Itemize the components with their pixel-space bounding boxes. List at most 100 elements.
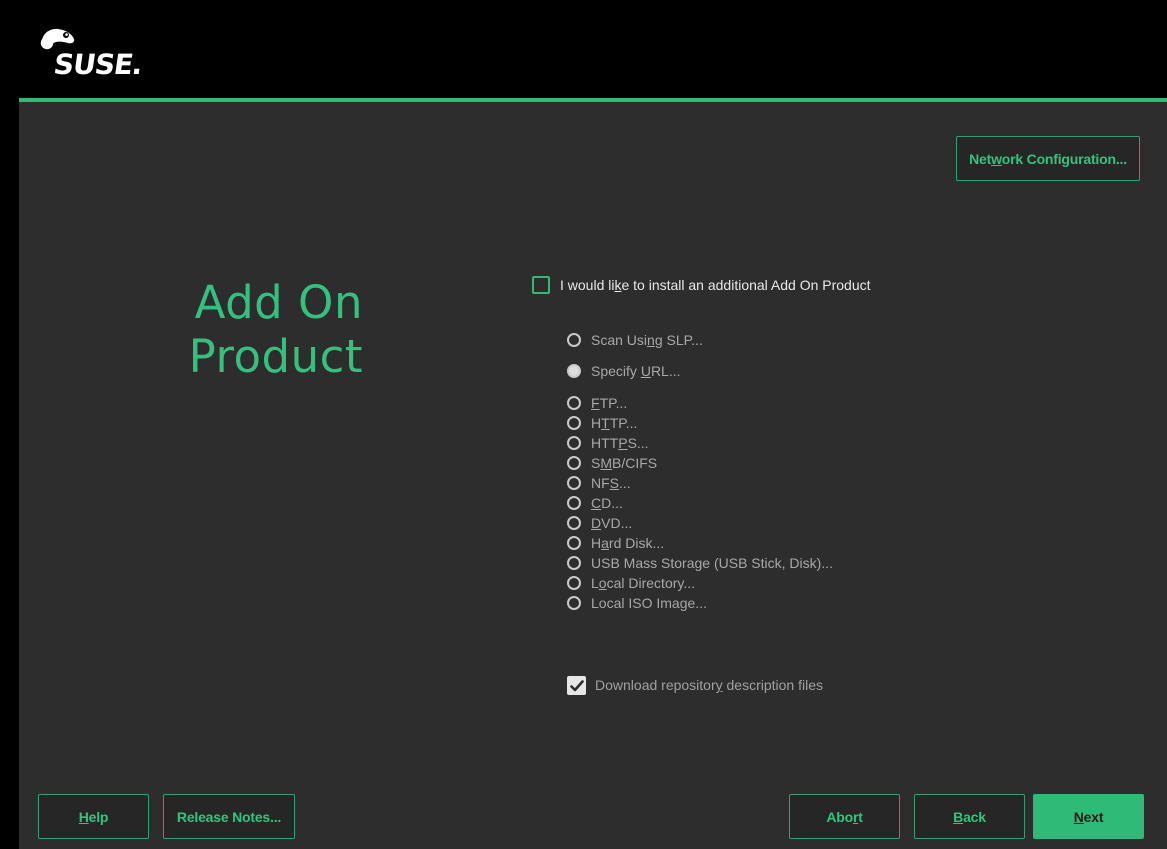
- source-radio-option[interactable]: FTP...: [567, 393, 627, 413]
- label-text: Release Notes...: [176, 808, 282, 825]
- radio-label: SMB/CIFS: [591, 455, 657, 471]
- radio-button-icon[interactable]: [567, 436, 581, 450]
- radio-label: CD...: [591, 495, 623, 511]
- radio-label: DVD...: [591, 515, 632, 531]
- radio-button-icon[interactable]: [567, 476, 581, 490]
- label-text: ack: [963, 808, 986, 825]
- label-text: rd Disk...: [608, 535, 665, 551]
- radio-button-icon[interactable]: [567, 516, 581, 530]
- radio-button-icon[interactable]: [567, 536, 581, 550]
- radio-label: Local Directory...: [591, 575, 695, 591]
- mnemonic-key: B: [953, 808, 964, 825]
- radio-label: HTTPS...: [591, 435, 649, 451]
- mnemonic-key: T: [601, 415, 610, 431]
- label-text: ext: [1083, 808, 1104, 825]
- label-text: elp: [88, 808, 109, 825]
- label-text: Download repositor: [595, 677, 716, 693]
- label-text: D...: [601, 495, 623, 511]
- label-text: ...: [619, 475, 631, 491]
- radio-button-icon[interactable]: [567, 396, 581, 410]
- label-text: Scan Usi: [591, 332, 648, 348]
- label-text: S: [591, 455, 601, 471]
- mnemonic-key: M: [600, 455, 613, 471]
- label-text: g SLP...: [654, 332, 703, 348]
- page-title-line2: Product: [188, 330, 363, 383]
- label-text: t: [858, 808, 863, 825]
- radio-label: Local ISO Image...: [591, 595, 707, 611]
- label-text: HTT: [591, 435, 619, 451]
- source-radio-option[interactable]: SMB/CIFS: [567, 453, 657, 473]
- help-button[interactable]: Help: [38, 794, 149, 839]
- label-text: S...: [627, 435, 649, 451]
- label-text: e to install an additional Add On Produc…: [621, 277, 871, 293]
- label-text: description files: [722, 677, 824, 693]
- source-radio-option[interactable]: USB Mass Storage (USB Stick, Disk)...: [567, 553, 833, 573]
- mnemonic-key: y: [715, 677, 723, 693]
- radio-button-icon[interactable]: [567, 456, 581, 470]
- radio-label: USB Mass Storage (USB Stick, Disk)...: [591, 555, 833, 571]
- release-notes-button[interactable]: Release Notes...: [163, 794, 295, 839]
- download-description-label[interactable]: Download repository description files: [595, 677, 823, 693]
- label-text: H: [591, 415, 602, 431]
- mnemonic-key: N: [1073, 808, 1084, 825]
- label-text: B/CIFS: [612, 455, 658, 471]
- mnemonic-key: w: [991, 150, 1002, 167]
- label-text: Net: [969, 150, 992, 167]
- page-title: Add On Product: [189, 276, 363, 384]
- source-radio-option[interactable]: HTTPS...: [567, 433, 649, 453]
- mnemonic-key: C: [591, 495, 602, 511]
- label-text: Specify: [591, 363, 641, 379]
- back-button[interactable]: Back: [914, 794, 1025, 839]
- source-radio-option[interactable]: Local ISO Image...: [567, 593, 707, 613]
- radio-button-icon[interactable]: [567, 496, 581, 510]
- mnemonic-key: n: [647, 332, 655, 348]
- addon-product-checkbox-label[interactable]: I would like to install an additional Ad…: [560, 277, 871, 293]
- logo-wordmark: SUSE.: [51, 48, 145, 81]
- radio-button-icon[interactable]: [567, 333, 581, 347]
- mnemonic-key: F: [591, 395, 600, 411]
- label-text: ork Configuration...: [1001, 150, 1127, 167]
- radio-button-icon[interactable]: [567, 576, 581, 590]
- label-text: TP...: [599, 395, 628, 411]
- radio-label: FTP...: [591, 395, 627, 411]
- label-text: Local ISO Ima: [591, 595, 680, 611]
- source-radio-option[interactable]: Hard Disk...: [567, 533, 664, 553]
- radio-button-icon[interactable]: [567, 596, 581, 610]
- download-description-checkbox[interactable]: [567, 676, 586, 695]
- source-radio-option[interactable]: NFS...: [567, 473, 631, 493]
- network-configuration-button[interactable]: Net w ork Configuration...: [956, 136, 1140, 181]
- radio-button-icon[interactable]: [567, 416, 581, 430]
- checkmark-icon: [569, 679, 584, 691]
- mnemonic-key: P: [618, 435, 628, 451]
- label-text: Abo: [826, 808, 853, 825]
- radio-button-icon[interactable]: [567, 364, 581, 378]
- radio-label: Specify URL...: [591, 363, 681, 379]
- source-radio-option[interactable]: Specify URL...: [567, 361, 681, 381]
- mnemonic-key: H: [78, 808, 89, 825]
- source-radio-option[interactable]: DVD...: [567, 513, 632, 533]
- label-text: NF: [591, 475, 610, 491]
- header-bar: SUSE.: [0, 0, 1167, 98]
- source-radio-option[interactable]: CD...: [567, 493, 623, 513]
- mnemonic-key: D: [591, 515, 602, 531]
- label-text: e...: [687, 595, 707, 611]
- radio-button-icon[interactable]: [567, 556, 581, 570]
- suse-logo: SUSE.: [38, 26, 148, 82]
- next-button[interactable]: Next: [1033, 794, 1144, 839]
- radio-label: Hard Disk...: [591, 535, 664, 551]
- mnemonic-key: S: [609, 475, 620, 491]
- label-text: e (USB Stick, Disk)...: [702, 555, 833, 571]
- page-title-line1: Add On: [194, 276, 363, 329]
- main-panel: Net w ork Configuration... Add On Product …: [19, 102, 1167, 849]
- source-radio-option[interactable]: HTTP...: [567, 413, 637, 433]
- radio-label: HTTP...: [591, 415, 637, 431]
- source-radio-option[interactable]: Local Directory...: [567, 573, 695, 593]
- mnemonic-key: g: [679, 595, 688, 611]
- mnemonic-key: o: [598, 575, 607, 591]
- addon-product-checkbox[interactable]: [532, 276, 550, 294]
- label-text: I would li: [560, 277, 615, 293]
- radio-label: Scan Using SLP...: [591, 332, 703, 348]
- abort-button[interactable]: Abo r t: [789, 794, 900, 839]
- source-radio-option[interactable]: Scan Using SLP...: [567, 330, 703, 350]
- label-text: VD...: [601, 515, 633, 531]
